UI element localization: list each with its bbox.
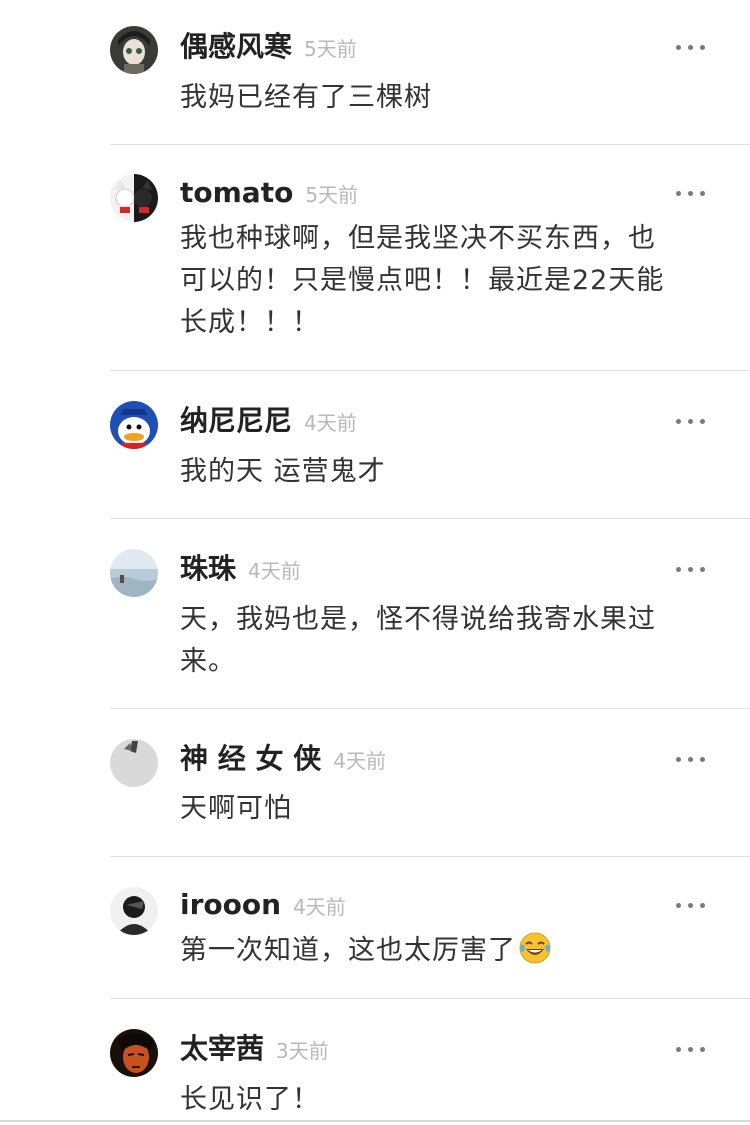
timestamp: 4天前 [304,411,357,435]
cats-avatar-icon [110,174,158,222]
more-options-icon[interactable] [676,188,706,198]
avatar[interactable] [110,739,158,787]
comment-text: 天，我妈也是，怪不得说给我寄水果过 来。 [180,599,710,683]
timestamp: 5天前 [304,37,357,61]
comment-line: 第一次知道，这也太厉害了 [180,930,710,972]
comment-line: 天，我妈也是，怪不得说给我寄水果过 [180,604,656,635]
divider [110,708,750,709]
comment-text: 第一次知道，这也太厉害了 [180,930,710,972]
comment-text: 我妈已经有了三棵树 [180,77,710,119]
bottom-border [0,1120,750,1122]
sea-avatar-icon [110,549,158,597]
username[interactable]: 太宰茜 3天前 [180,1032,329,1068]
comment-line: 我的天 运营鬼才 [180,456,386,487]
comment-text: 我也种球啊，但是我坚决不买东西，也 可以的！只是慢点吧！！最近是22天能 长成！… [180,218,710,344]
username-text[interactable]: 珠珠 [180,552,236,585]
username-text[interactable]: 神 经 女 侠 [180,742,321,775]
comment-line: 长见识了！ [180,1084,320,1115]
avatar[interactable] [110,26,158,74]
doll-avatar-icon [110,26,158,74]
timestamp: 4天前 [333,749,386,773]
comment-line: 长成！！！ [180,307,320,338]
divider [110,856,750,857]
timestamp: 4天前 [293,895,346,919]
divider [110,998,750,999]
divider [110,144,750,145]
timestamp: 3天前 [276,1039,329,1063]
more-options-icon[interactable] [676,564,706,574]
username[interactable]: 珠珠 4天前 [180,552,301,588]
sketch-avatar-icon [110,739,158,787]
username[interactable]: 纳尼尼尼 4天前 [180,404,357,440]
username-text[interactable]: irooon [180,888,281,921]
comment-line: 我妈已经有了三棵树 [180,82,432,113]
avatar[interactable] [110,887,158,935]
more-options-icon[interactable] [676,42,706,52]
comment-line: 我也种球啊，但是我坚决不买东西，也 [180,223,656,254]
avatar[interactable] [110,549,158,597]
divider [110,370,750,371]
username[interactable]: irooon 4天前 [180,888,346,924]
more-options-icon[interactable] [676,754,706,764]
illustrated-face-avatar-icon [110,1029,158,1077]
person-avatar-icon [110,887,158,935]
avatar[interactable] [110,401,158,449]
avatar[interactable] [110,174,158,222]
timestamp: 4天前 [248,559,301,583]
comment-text: 长见识了！ [180,1079,710,1121]
comment-line: 天啊可怕 [180,793,292,824]
username[interactable]: 神 经 女 侠 4天前 [180,742,386,778]
comment-line-text: 第一次知道，这也太厉害了 [180,935,516,966]
comment-text: 我的天 运营鬼才 [180,451,710,493]
duck-avatar-icon [110,401,158,449]
username-text[interactable]: 偶感风寒 [180,30,292,63]
more-options-icon[interactable] [676,900,706,910]
comment-text: 天啊可怕 [180,788,710,830]
divider [110,518,750,519]
avatar[interactable] [110,1029,158,1077]
username-text[interactable]: 太宰茜 [180,1032,264,1065]
username[interactable]: tomato 5天前 [180,176,358,212]
username-text[interactable]: 纳尼尼尼 [180,404,292,437]
username[interactable]: 偶感风寒 5天前 [180,30,357,66]
more-options-icon[interactable] [676,1044,706,1054]
timestamp: 5天前 [305,183,359,207]
more-options-icon[interactable] [676,416,706,426]
tears-of-joy-emoji-icon [519,932,551,964]
username-text[interactable]: tomato [180,176,293,209]
comment-line: 可以的！只是慢点吧！！最近是22天能 [180,265,665,296]
comment-line: 来。 [180,646,236,677]
